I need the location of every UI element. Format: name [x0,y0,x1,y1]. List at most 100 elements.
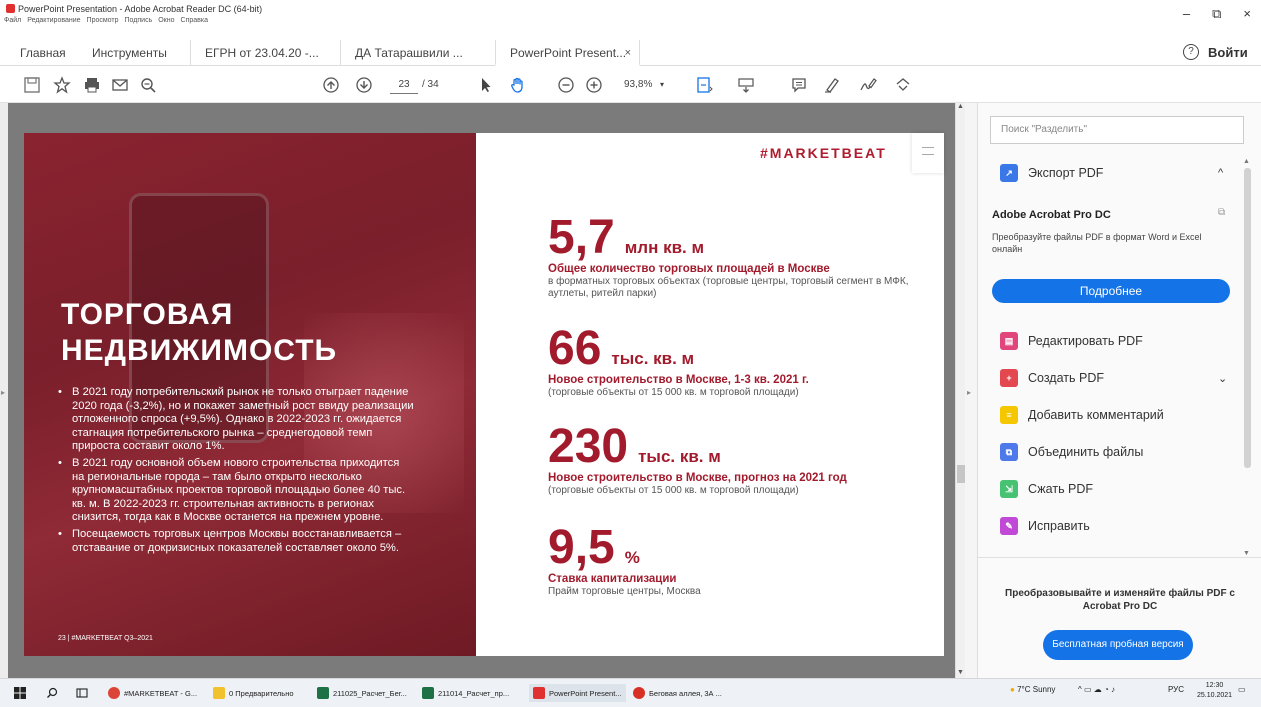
stat-subtext: (торговые объекты от 15 000 кв. м торгов… [548,485,799,496]
tab-label: PowerPoint Present... [510,46,627,60]
sidebar-scroll-down-icon[interactable]: ▼ [1243,550,1250,557]
tool-label: Редактировать PDF [1028,334,1143,348]
tool-combine-files[interactable]: ⧉ Объединить файлы [1000,440,1143,464]
bullet-item: В 2021 году потребительский рынок не тол… [58,386,414,454]
tab-tools[interactable]: Инструменты [92,40,167,66]
taskbar-app-folder[interactable]: 0 Предварительно [213,684,294,702]
keyboard-icon[interactable] [736,75,756,95]
email-icon[interactable] [110,75,130,95]
tab-bar: Главная Инструменты ЕГРН от 23.04.20 -..… [0,40,1261,66]
tab-doc-powerpoint[interactable]: PowerPoint Present... × [495,40,640,66]
tab-doc-tatarashvili[interactable]: ДА Татарашвили ... [340,40,480,66]
taskbar-app-acrobat[interactable]: PowerPoint Present... [529,684,626,702]
copy-icon[interactable]: ⧉ [1218,207,1225,218]
page-number-input[interactable]: 23 [390,76,418,94]
tool-create-pdf[interactable]: + Создать PDF ⌄ [1000,366,1227,390]
tab-label: ЕГРН от 23.04.20 -... [205,46,319,60]
zoom-search-icon[interactable] [138,75,158,95]
highlight-pen-icon[interactable] [822,75,842,95]
export-pdf-header[interactable]: ↗ Экспорт PDF ^ [1000,161,1223,185]
print-icon[interactable] [82,75,102,95]
tool-fill-sign[interactable]: ✎ Исправить [1000,514,1090,538]
menu-view[interactable]: Просмотр [87,17,119,24]
maximize-icon[interactable]: ⧉ [1212,6,1221,22]
close-window-icon[interactable]: × [1243,6,1251,22]
document-scrollbar[interactable]: ▲ ▼ [955,103,965,678]
menu-lines-icon[interactable] [922,147,934,155]
stat-subtext: (торговые объекты от 15 000 кв. м торгов… [548,387,799,398]
tool-compress-pdf[interactable]: ⇲ Сжать PDF [1000,477,1093,501]
share-icon[interactable] [893,75,913,95]
weather-widget[interactable]: ● 7°C Sunny [1010,685,1055,694]
help-icon[interactable]: ? [1183,44,1199,60]
menu-file[interactable]: Файл [4,17,21,24]
tab-close-icon[interactable]: × [625,40,631,66]
search-icon[interactable] [46,684,58,702]
zoom-out-icon[interactable] [556,75,576,95]
sidebar-scrollbar[interactable]: ▲ ▼ [1242,158,1252,558]
stat-value: 5,7 [548,211,615,264]
chevron-up-icon[interactable]: ^ [1218,167,1223,179]
free-trial-button[interactable]: Бесплатная пробная версия [1043,630,1193,660]
tool-add-comment[interactable]: ≡ Добавить комментарий [1000,403,1164,427]
language-indicator[interactable]: РУС [1168,685,1184,694]
scroll-up-icon[interactable]: ▲ [957,103,964,110]
task-view-icon[interactable] [76,684,88,702]
taskbar-app-chrome[interactable]: #MARKETBEAT - G... [108,684,197,702]
taskbar-app-label: 211014_Расчет_пр... [438,688,510,698]
acrobat-app-icon [6,4,15,13]
menu-sign[interactable]: Подпись [125,17,153,24]
menu-help[interactable]: Справка [181,17,208,24]
menu-edit[interactable]: Редактирование [27,17,80,24]
page-thumbnail-menu[interactable] [912,133,944,173]
right-panel-toggle[interactable]: ▸ [965,103,977,678]
minimize-icon[interactable]: – [1183,6,1190,22]
system-tray-icons[interactable]: ^ ▭ ☁ ◔ ♪ [1078,685,1115,694]
login-button[interactable]: Войти [1208,45,1248,60]
taskbar-app-opera[interactable]: Беговая аллея, 3А ... [633,684,722,702]
hero-title-line2: НЕДВИЖИМОСТЬ [61,334,338,367]
page-up-icon[interactable] [321,75,341,95]
taskbar-app-excel-1[interactable]: 211025_Расчет_Бег... [317,684,407,702]
stat-unit: млн кв. м [624,238,705,257]
page-down-icon[interactable] [354,75,374,95]
bullet-item: Посещаемость торговых центров Москвы вос… [58,528,414,555]
taskbar-app-excel-2[interactable]: 211014_Расчет_пр... [422,684,509,702]
zoom-dropdown-arrow[interactable]: ▾ [660,76,664,94]
zoom-level-select[interactable]: 93,8% [624,76,652,94]
taskbar-app-label: Беговая аллея, 3А ... [649,688,722,698]
folder-icon [213,687,225,699]
stat-subtext: Прайм торговые центры, Москва [548,586,701,597]
notifications-icon[interactable]: ▭ [1238,685,1246,694]
taskbar-app-label: #MARKETBEAT - G... [124,688,198,698]
tool-edit-pdf[interactable]: ▤ Редактировать PDF [1000,329,1143,353]
tab-doc-egrn[interactable]: ЕГРН от 23.04.20 -... [190,40,330,66]
chevron-down-icon[interactable]: ⌄ [1218,372,1227,385]
tool-search-input[interactable]: Поиск "Разделить" [990,116,1244,144]
compress-pdf-icon: ⇲ [1000,480,1018,498]
expand-left-icon[interactable]: ▸ [1,388,5,397]
learn-more-button[interactable]: Подробнее [992,279,1230,303]
save-icon[interactable] [22,75,42,95]
promo-description: Преобразуйте файлы PDF в формат Word и E… [992,232,1202,254]
scroll-down-icon[interactable]: ▼ [957,669,964,676]
comment-tool-icon: ≡ [1000,406,1018,424]
sidebar-scroll-up-icon[interactable]: ▲ [1243,158,1250,165]
bookmark-star-icon[interactable] [52,75,72,95]
comment-icon[interactable] [789,75,809,95]
clock[interactable]: 12:30 25.10.2021 [1197,681,1232,701]
sign-icon[interactable] [858,75,878,95]
collapse-right-icon[interactable]: ▸ [967,388,971,397]
zoom-in-icon[interactable] [584,75,604,95]
stat-value: 66 [548,322,602,375]
pdf-page: ТОРГОВАЯ НЕДВИЖИМОСТЬ В 2021 году потреб… [24,133,944,656]
menu-window[interactable]: Окно [158,17,174,24]
sidebar-scroll-thumb[interactable] [1244,168,1251,468]
left-panel-toggle[interactable]: ▸ [0,103,8,678]
select-cursor-icon[interactable] [476,75,496,95]
scrollbar-thumb[interactable] [957,465,965,483]
tab-home[interactable]: Главная [20,40,66,66]
start-button[interactable] [14,684,26,702]
hand-tool-icon[interactable] [508,75,528,95]
fit-page-icon[interactable] [694,75,714,95]
